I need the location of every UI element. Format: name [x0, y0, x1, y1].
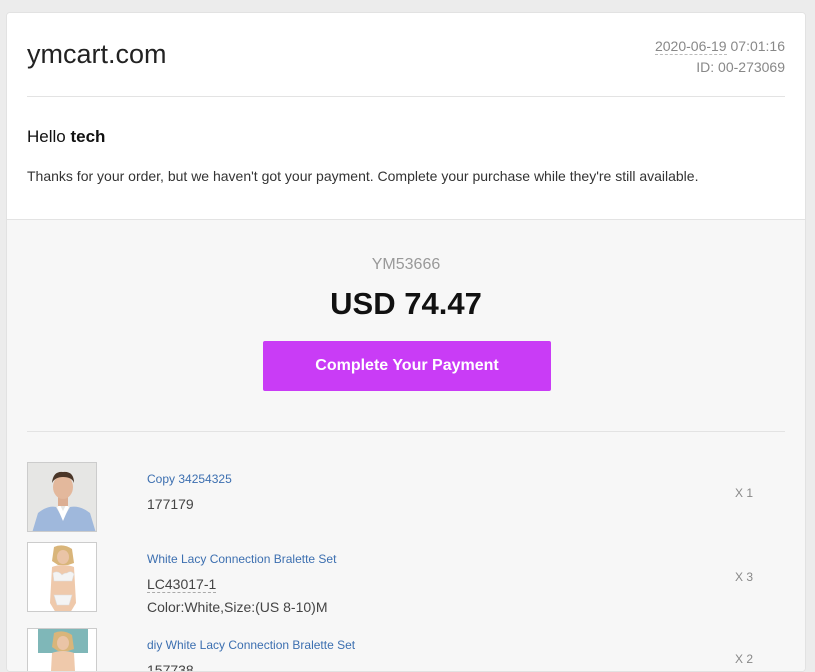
list-item: Copy 34254325 177179 X 1 [27, 462, 785, 532]
lingerie-model-image-icon [28, 543, 96, 611]
greeting-name: tech [70, 127, 106, 146]
product-name-link[interactable]: diy White Lacy Connection Bralette Set [147, 638, 355, 652]
product-sku-value: LC43017-1 [147, 576, 217, 593]
product-quantity: X 1 [734, 486, 753, 500]
greeting: Hello tech [27, 127, 105, 147]
product-quantity: X 3 [734, 570, 753, 584]
list-item: diy White Lacy Connection Bralette Set 1… [27, 628, 785, 672]
order-time: 07:01:16 [726, 38, 785, 54]
product-quantity: X 2 [734, 652, 753, 666]
order-date[interactable]: 2020-06-19 [654, 38, 727, 55]
greeting-hello: Hello [27, 127, 71, 146]
product-thumbnail[interactable] [27, 628, 97, 671]
order-meta: 2020-06-19 07:01:16 ID: 00-273069 [654, 36, 785, 78]
order-total: USD 74.47 [330, 286, 482, 321]
brand-name: ymcart.com [27, 39, 167, 69]
email-card: ymcart.com 2020-06-19 07:01:16 ID: 00-27… [6, 12, 806, 672]
product-thumbnail[interactable] [27, 542, 97, 612]
list-item: White Lacy Connection Bralette Set LC430… [27, 542, 785, 615]
product-thumbnail[interactable] [27, 462, 97, 532]
order-number: YM53666 [371, 256, 441, 273]
email-header: ymcart.com 2020-06-19 07:01:16 ID: 00-27… [7, 13, 805, 219]
product-name-link[interactable]: Copy 34254325 [147, 472, 232, 486]
product-name-link[interactable]: White Lacy Connection Bralette Set [147, 552, 336, 566]
complete-payment-button[interactable]: Complete Your Payment [263, 341, 551, 391]
product-sku: 177179 [147, 496, 194, 512]
lingerie-model-image-icon [28, 629, 96, 671]
order-summary-panel: YM53666 USD 74.47 Complete Your Payment … [7, 219, 805, 671]
divider [27, 431, 785, 432]
product-sku: LC43017-1 [147, 576, 217, 593]
order-datetime: 2020-06-19 07:01:16 [654, 36, 785, 57]
order-id: ID: 00-273069 [696, 59, 785, 75]
product-sku: 157738 [147, 662, 194, 672]
divider [27, 96, 785, 97]
product-attributes: Color:White,Size:(US 8-10)M [147, 599, 328, 615]
reminder-message: Thanks for your order, but we haven't go… [27, 168, 699, 184]
man-shirt-image-icon [28, 463, 96, 531]
